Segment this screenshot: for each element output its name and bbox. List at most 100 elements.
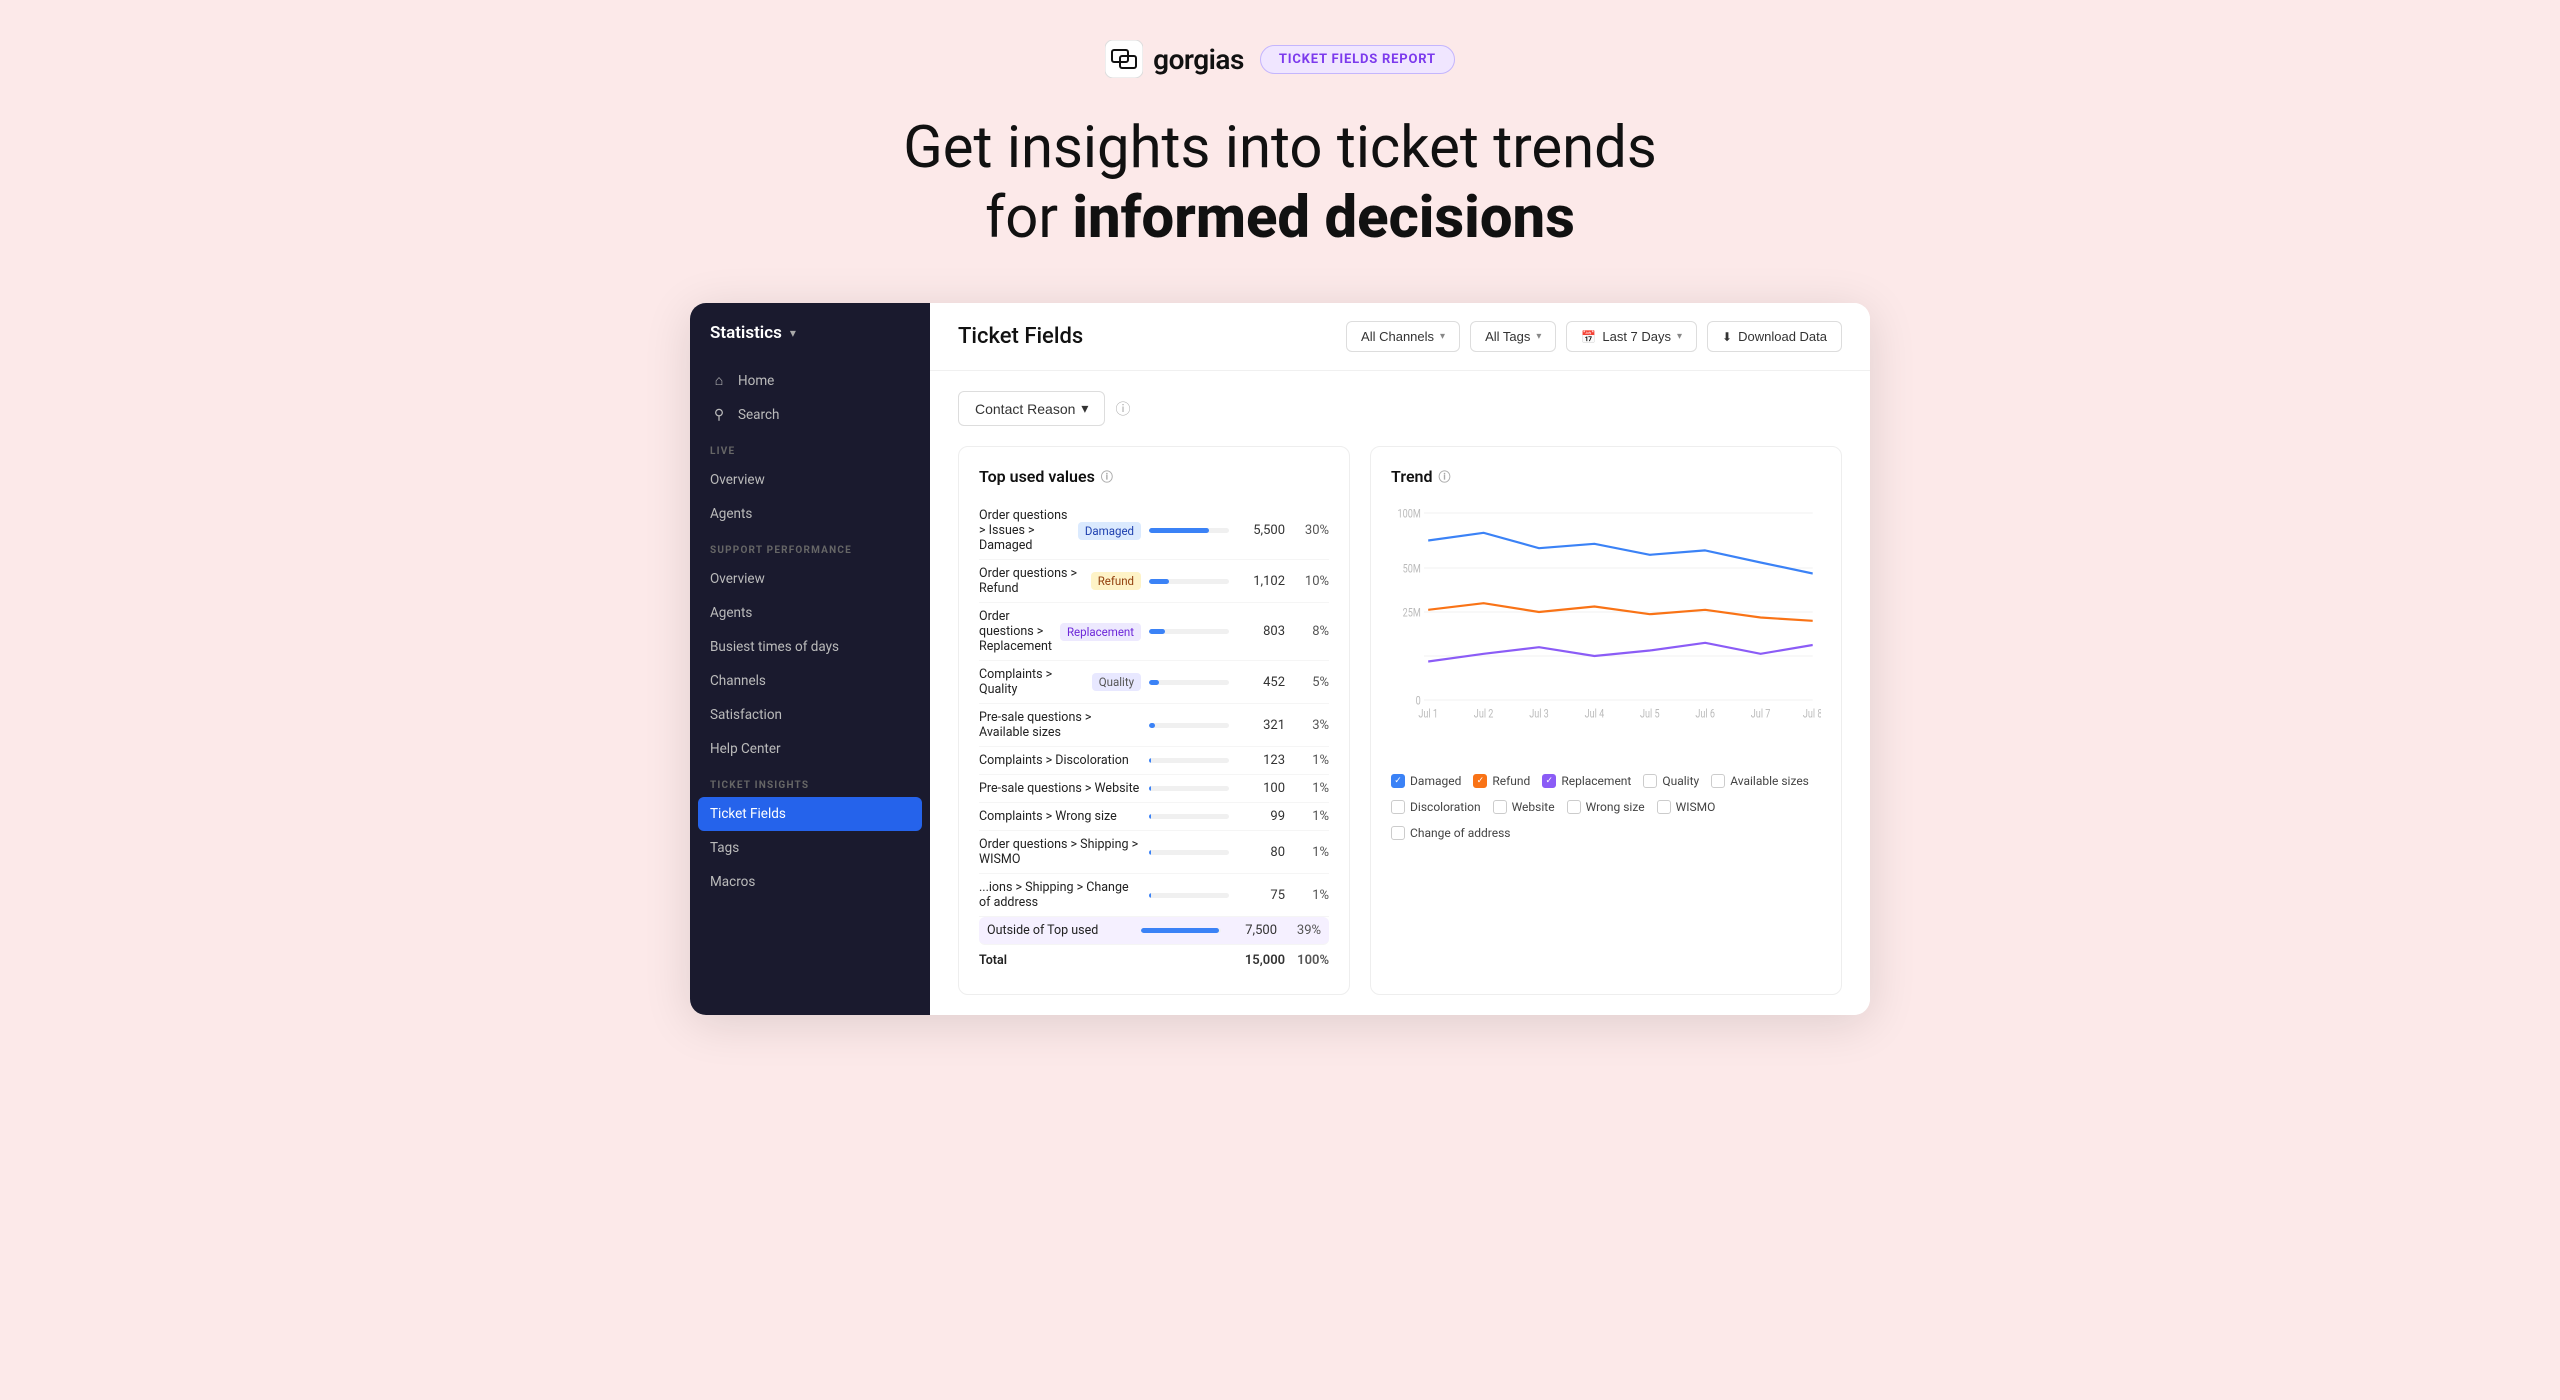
bar-fill: [1149, 579, 1169, 584]
bar-fill: [1149, 680, 1159, 685]
value-count: 15,000: [1237, 953, 1285, 968]
svg-text:Jul 8: Jul 8: [1803, 706, 1821, 721]
sidebar-item-agents-sp[interactable]: Agents: [690, 596, 930, 630]
legend-item-discoloration[interactable]: Discoloration: [1391, 800, 1481, 814]
legend-item-quality[interactable]: Quality: [1643, 774, 1699, 788]
svg-text:50M: 50M: [1403, 561, 1421, 576]
bar-fill: [1149, 786, 1151, 791]
legend-label-wrong-size: Wrong size: [1586, 800, 1645, 814]
value-tag: Refund: [1091, 572, 1141, 590]
channels-chevron-icon: ▾: [1440, 331, 1445, 342]
field-info-icon[interactable]: ⓘ: [1115, 398, 1130, 419]
value-count: 100: [1237, 781, 1285, 796]
legend-label-wismo: WISMO: [1676, 800, 1716, 814]
gorgias-logo-icon: [1105, 40, 1143, 78]
legend-item-available-sizes[interactable]: Available sizes: [1711, 774, 1809, 788]
legend-checkbox-replacement[interactable]: ✓: [1542, 774, 1556, 788]
values-row: Order questions > Replacement Replacemen…: [979, 603, 1329, 661]
tags-filter-button[interactable]: All Tags ▾: [1470, 321, 1556, 352]
top-used-info-icon[interactable]: ⓘ: [1101, 468, 1113, 485]
legend-item-wismo[interactable]: WISMO: [1657, 800, 1716, 814]
legend-item-damaged[interactable]: ✓ Damaged: [1391, 774, 1461, 788]
value-label: Order questions > Refund: [979, 566, 1083, 596]
value-label: Complaints > Quality: [979, 667, 1084, 697]
period-filter-label: Last 7 Days: [1602, 329, 1671, 344]
bar-wrap: [1141, 928, 1221, 933]
channels-filter-label: All Channels: [1361, 329, 1434, 344]
bar-wrap: [1149, 629, 1229, 634]
legend-checkbox-website[interactable]: [1493, 800, 1507, 814]
top-used-title: Top used values ⓘ: [979, 467, 1329, 486]
charts-row: Top used values ⓘ Order questions > Issu…: [958, 446, 1842, 995]
period-filter-button[interactable]: 📅 Last 7 Days ▾: [1566, 321, 1697, 352]
field-selector-label: Contact Reason: [975, 401, 1075, 417]
value-label: Pre-sale questions > Website: [979, 781, 1141, 796]
svg-text:100M: 100M: [1398, 506, 1421, 521]
bar-wrap: [1149, 893, 1229, 898]
legend-item-website[interactable]: Website: [1493, 800, 1555, 814]
sidebar-item-overview-live[interactable]: Overview: [690, 463, 930, 497]
sidebar-header[interactable]: Statistics ▾: [690, 303, 930, 359]
field-selector-button[interactable]: Contact Reason ▾: [958, 391, 1105, 426]
app-body: Statistics ▾ ⌂ Home ⚲ Search LIVE Overvi…: [690, 303, 1870, 1015]
sidebar-item-tags[interactable]: Tags: [690, 831, 930, 865]
trend-info-icon[interactable]: ⓘ: [1439, 468, 1451, 485]
sidebar-chevron-icon: ▾: [790, 326, 796, 340]
legend-item-replacement[interactable]: ✓ Replacement: [1542, 774, 1631, 788]
legend-checkbox-quality[interactable]: [1643, 774, 1657, 788]
section-label-live: LIVE: [690, 432, 930, 463]
legend-checkbox-refund[interactable]: ✓: [1473, 774, 1487, 788]
calendar-icon: 📅: [1581, 330, 1596, 344]
bar-wrap: [1149, 850, 1229, 855]
legend-item-refund[interactable]: ✓ Refund: [1473, 774, 1530, 788]
page-title: Ticket Fields: [958, 324, 1083, 349]
legend-checkbox-discoloration[interactable]: [1391, 800, 1405, 814]
legend-label-website: Website: [1512, 800, 1555, 814]
sidebar-item-channels[interactable]: Channels: [690, 664, 930, 698]
sidebar-item-search[interactable]: ⚲ Search: [690, 398, 930, 432]
bar-wrap: [1149, 786, 1229, 791]
main-content: Ticket Fields All Channels ▾ All Tags ▾ …: [930, 303, 1870, 1015]
sidebar-item-overview-sp[interactable]: Overview: [690, 562, 930, 596]
bar-wrap: [1149, 680, 1229, 685]
svg-text:Jul 1: Jul 1: [1418, 706, 1438, 721]
value-pct: 8%: [1293, 624, 1329, 639]
home-icon: ⌂: [710, 372, 728, 389]
value-pct: 1%: [1293, 753, 1329, 768]
value-pct: 1%: [1293, 781, 1329, 796]
channels-filter-button[interactable]: All Channels ▾: [1346, 321, 1460, 352]
topbar-actions: All Channels ▾ All Tags ▾ 📅 Last 7 Days …: [1346, 321, 1842, 352]
bar-wrap: [1149, 579, 1229, 584]
legend-item-wrong-size[interactable]: Wrong size: [1567, 800, 1645, 814]
legend-label-discoloration: Discoloration: [1410, 800, 1481, 814]
legend-checkbox-wismo[interactable]: [1657, 800, 1671, 814]
value-pct: 10%: [1293, 574, 1329, 589]
download-button[interactable]: ⬇ Download Data: [1707, 321, 1842, 352]
sidebar-item-busiest-times[interactable]: Busiest times of days: [690, 630, 930, 664]
sidebar-item-home[interactable]: ⌂ Home: [690, 363, 930, 398]
value-pct: 1%: [1293, 809, 1329, 824]
svg-text:Jul 6: Jul 6: [1695, 706, 1715, 721]
legend-checkbox-damaged[interactable]: ✓: [1391, 774, 1405, 788]
legend-checkbox-wrong-size[interactable]: [1567, 800, 1581, 814]
trend-title: Trend ⓘ: [1391, 467, 1821, 486]
svg-text:Jul 5: Jul 5: [1640, 706, 1660, 721]
value-count: 803: [1237, 624, 1285, 639]
sidebar-item-ticket-fields[interactable]: Ticket Fields: [698, 797, 922, 831]
report-badge: TICKET FIELDS REPORT: [1260, 45, 1455, 74]
sidebar-item-help-center[interactable]: Help Center: [690, 732, 930, 766]
logo-area: gorgias: [1105, 40, 1244, 78]
values-table: Order questions > Issues > Damaged Damag…: [979, 502, 1329, 974]
legend-checkbox-available-sizes[interactable]: [1711, 774, 1725, 788]
svg-text:Jul 3: Jul 3: [1529, 706, 1549, 721]
sidebar-item-satisfaction[interactable]: Satisfaction: [690, 698, 930, 732]
bar-wrap: [1149, 528, 1229, 533]
value-pct: 1%: [1293, 845, 1329, 860]
tags-chevron-icon: ▾: [1536, 331, 1541, 342]
sidebar-item-agents-live[interactable]: Agents: [690, 497, 930, 531]
value-count: 1,102: [1237, 574, 1285, 589]
legend-checkbox-change-address[interactable]: [1391, 826, 1405, 840]
bar-wrap: [1149, 758, 1229, 763]
legend-item-change-address[interactable]: Change of address: [1391, 826, 1510, 840]
sidebar-item-macros[interactable]: Macros: [690, 865, 930, 899]
